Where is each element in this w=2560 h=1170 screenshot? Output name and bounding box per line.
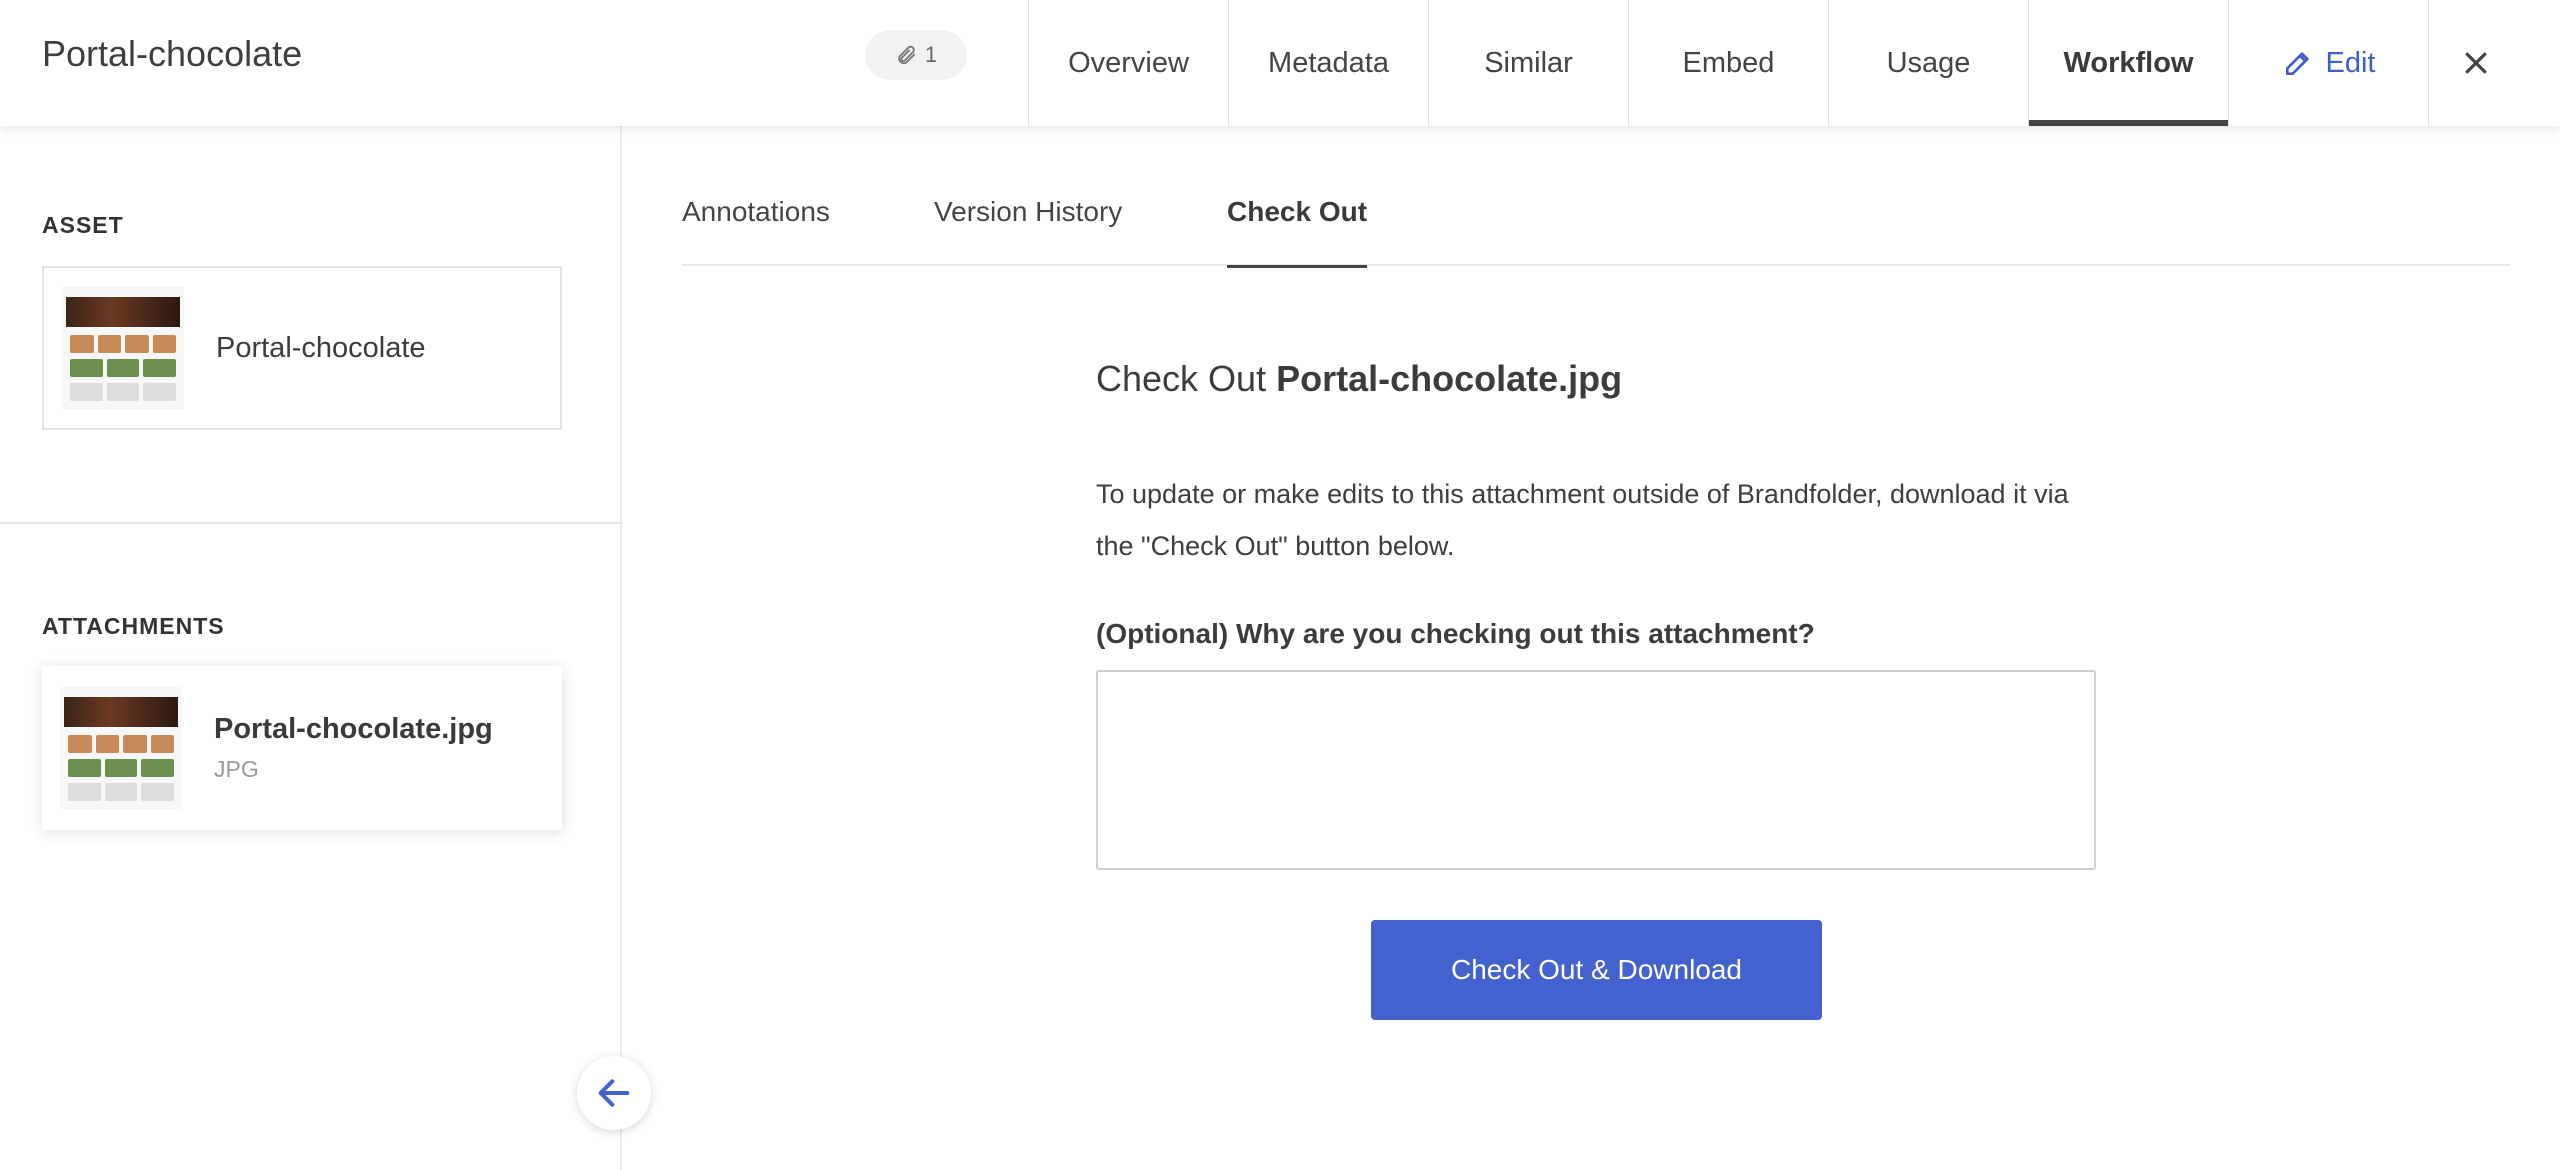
checkout-title: Check Out Portal-chocolate.jpg bbox=[1096, 358, 1622, 400]
tab-overview[interactable]: Overview bbox=[1028, 0, 1228, 126]
paperclip-icon bbox=[898, 45, 916, 65]
sidebar-divider bbox=[0, 522, 620, 524]
subtab-annotations[interactable]: Annotations bbox=[682, 196, 830, 266]
subtab-version-history[interactable]: Version History bbox=[934, 196, 1122, 266]
page-title: Portal-chocolate bbox=[42, 33, 303, 74]
workflow-subtabs: Annotations Version History Check Out bbox=[682, 126, 2510, 268]
tab-usage[interactable]: Usage bbox=[1828, 0, 2028, 126]
reason-label: (Optional) Why are you checking out this… bbox=[1096, 618, 1815, 649]
attachment-thumbnail bbox=[60, 687, 182, 809]
asset-card[interactable]: Portal-chocolate bbox=[42, 266, 562, 430]
asset-section-label: ASSET bbox=[42, 212, 124, 238]
checkout-title-file: Portal-chocolate.jpg bbox=[1276, 358, 1623, 399]
subtab-check-out[interactable]: Check Out bbox=[1227, 196, 1368, 268]
attachment-meta: Portal-chocolate.jpg JPG bbox=[214, 713, 493, 783]
attachment-card[interactable]: Portal-chocolate.jpg JPG bbox=[42, 666, 562, 830]
asset-name: Portal-chocolate bbox=[216, 331, 426, 364]
close-icon bbox=[2465, 52, 2486, 74]
check-out-download-button[interactable]: Check Out & Download bbox=[1371, 920, 1822, 1020]
edit-button[interactable]: Edit bbox=[2228, 0, 2428, 126]
asset-header: Portal-chocolate 1 Overview Metadata Sim… bbox=[0, 0, 2560, 126]
asset-thumbnail bbox=[62, 287, 184, 409]
attachments-section-label: ATTACHMENTS bbox=[42, 613, 225, 639]
attachment-name: Portal-chocolate.jpg bbox=[214, 713, 493, 745]
pencil-icon bbox=[2285, 52, 2309, 75]
tab-metadata[interactable]: Metadata bbox=[1228, 0, 1428, 126]
tab-similar[interactable]: Similar bbox=[1428, 0, 1628, 126]
checkout-description: To update or make edits to this attachme… bbox=[1096, 479, 2069, 561]
sidebar: ASSET Portal-chocolate ATTACHMENTS Porta… bbox=[0, 126, 622, 1170]
attachment-count: 1 bbox=[924, 42, 938, 67]
attachment-count-badge[interactable]: 1 bbox=[865, 30, 967, 80]
header-tabs: Overview Metadata Similar Embed Usage Wo… bbox=[1028, 0, 2522, 126]
checkout-title-prefix: Check Out bbox=[1096, 358, 1267, 399]
collapse-sidebar-button[interactable] bbox=[577, 1056, 651, 1130]
tab-embed[interactable]: Embed bbox=[1628, 0, 1828, 126]
close-button[interactable] bbox=[2428, 0, 2522, 126]
tab-workflow[interactable]: Workflow bbox=[2028, 0, 2228, 126]
edit-label: Edit bbox=[2325, 46, 2376, 79]
attachment-type: JPG bbox=[214, 756, 259, 782]
arrow-left-icon bbox=[598, 1079, 630, 1107]
reason-input[interactable] bbox=[1096, 670, 2096, 870]
